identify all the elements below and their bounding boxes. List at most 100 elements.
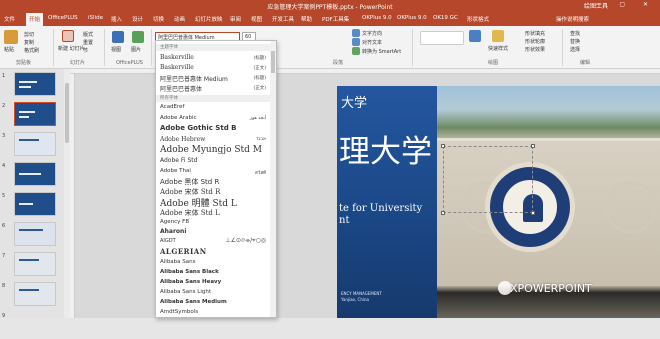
font-option[interactable]: Adobe 黑体 Std R [160,177,219,187]
tab-developer[interactable]: 开发工具 [272,15,294,23]
tab-pdf-tools[interactable]: PDF工具集 [322,15,349,23]
thumbnail-row[interactable]: 3 [0,131,70,159]
scrollbar-thumb[interactable] [271,51,275,73]
font-option[interactable]: Adobe Thai [160,168,191,174]
font-option[interactable]: Adobe Arabic [160,115,197,121]
font-option[interactable]: Agency FB [160,219,189,225]
replace-button[interactable]: 替换 [570,38,580,45]
thumbnail-row[interactable]: 6 [0,221,70,249]
slide-thumbnail[interactable] [14,192,56,216]
text-direction-icon[interactable] [352,29,360,37]
window-controls[interactable]: — ▢ ✕ [595,1,656,8]
tab-okplus-1[interactable]: OKPlus 9.0 [362,15,392,21]
slide-thumbnail[interactable] [14,222,56,246]
select-button[interactable]: 选择 [570,46,580,53]
arrange-icon[interactable] [469,30,481,42]
tab-design[interactable]: 设计 [132,15,143,23]
font-option[interactable]: Alibaba Sans Medium [160,299,227,305]
tab-view[interactable]: 视图 [251,15,262,23]
align-text-icon[interactable] [352,38,360,46]
new-slide-button[interactable]: 新建 幻灯片 [58,45,85,52]
font-option[interactable]: Alibaba Sans Heavy [160,279,221,285]
reset-button[interactable]: 重置 [83,39,93,46]
font-option[interactable]: AIGDT [160,238,176,244]
shape-effects-button[interactable]: 形状效果 [525,46,545,53]
shape-outline-button[interactable]: 形状轮廓 [525,38,545,45]
font-option[interactable]: Adobe Gothic Std B [160,124,236,132]
slide-subtitle[interactable]: te for University [339,203,422,214]
tab-review[interactable]: 审阅 [230,15,241,23]
find-button[interactable]: 查找 [570,30,580,37]
tab-ok19[interactable]: OK19 GC [433,15,458,21]
thumbnail-row[interactable]: 2 [0,101,70,129]
font-option[interactable]: AmdtSymbols [160,309,198,315]
slide-thumbnail[interactable] [14,282,56,306]
thumbnail-row[interactable]: 5 [0,191,70,219]
paste-button[interactable]: 粘贴 [4,46,14,53]
resize-handle[interactable] [441,144,445,148]
tab-home[interactable]: 开始 [26,13,44,26]
tab-insert[interactable]: 插入 [111,15,122,23]
font-option[interactable]: Alibaba Sans [160,259,196,265]
thumbnail-row[interactable]: 4 [0,161,70,189]
convert-smartart-button[interactable]: 转换为 SmartArt [362,48,401,55]
quick-styles-button[interactable]: 快速样式 [488,45,508,52]
tab-islide[interactable]: iSlide [88,15,103,21]
thumbnail-row[interactable]: 7 [0,251,70,279]
thumbnail-row[interactable]: 1 [0,71,70,99]
font-list-scrollbar[interactable] [270,41,276,317]
font-option[interactable]: Adobe Fi Std [160,157,197,164]
format-painter-button[interactable]: 格式刷 [24,47,39,54]
slide-thumbnail[interactable] [14,132,56,156]
paste-icon[interactable] [4,30,18,44]
quick-styles-icon[interactable] [492,30,504,42]
tab-file[interactable]: 文件 [4,15,15,23]
font-option[interactable]: Adobe Hebrew [160,136,205,143]
tab-transitions[interactable]: 切换 [153,15,164,23]
align-text-button[interactable]: 对齐文本 [362,39,382,46]
cut-button[interactable]: 剪切 [24,31,34,38]
resize-handle[interactable] [531,211,535,215]
slide-thumbnail[interactable] [14,252,56,276]
smartart-icon[interactable] [352,47,360,55]
view-icon[interactable] [112,31,124,43]
tab-help[interactable]: 帮助 [301,15,312,23]
text-selection-box[interactable] [441,144,535,215]
font-option[interactable]: AcadEref [160,104,185,110]
font-option[interactable]: Alibaba Sans Black [160,269,219,275]
section-button[interactable]: 节 [83,47,88,54]
new-slide-icon[interactable] [62,30,74,42]
scrollbar-thumb[interactable] [65,83,69,143]
tell-me-search[interactable]: 操作说明搜索 [556,15,589,23]
slide-title[interactable]: 理大学 [339,126,432,171]
font-option[interactable]: Aharoni [160,228,186,235]
slide-thumbnail[interactable] [14,162,56,186]
tab-officeplus[interactable]: OfficePLUS [48,15,78,21]
font-option[interactable]: 阿里巴巴普惠体 [160,84,202,93]
thumbnail-row[interactable]: 8 [0,281,70,309]
officeplus-picture-button[interactable]: 图片 [131,46,141,53]
thumbnail-row[interactable]: 9 [0,311,70,339]
layout-button[interactable]: 版式 [83,31,93,38]
font-option[interactable]: Alibaba Sans Light [160,289,211,295]
tab-animations[interactable]: 动画 [174,15,185,23]
tab-slideshow[interactable]: 幻灯片放映 [195,15,223,23]
shapes-gallery[interactable] [420,31,464,45]
font-option[interactable]: Adobe Myungjo Std M [160,145,262,155]
picture-icon[interactable] [132,31,144,43]
slide-subtitle-line2[interactable]: nt [339,215,349,226]
shape-fill-button[interactable]: 形状填充 [525,30,545,37]
font-option[interactable]: Baskerville [160,54,194,61]
officeplus-view-button[interactable]: 视图 [111,46,121,53]
font-dropdown-list[interactable]: 主题字体 Baskerville (标题) Baskerville (正文) 阿… [155,40,277,318]
tab-shape-format[interactable]: 形状格式 [467,15,489,23]
slide-thumbnail-selected[interactable] [14,102,56,126]
text-direction-button[interactable]: 文字方向 [362,30,382,37]
font-option[interactable]: 阿里巴巴普惠体 Medium [160,74,228,83]
font-option[interactable]: ALGERIAN [160,247,207,256]
slide-thumbnail[interactable] [14,72,56,96]
resize-handle[interactable] [441,211,445,215]
font-option[interactable]: Adobe 宋体 Std L [160,208,220,218]
font-option[interactable]: Baskerville [160,64,194,71]
copy-button[interactable]: 复制 [24,39,34,46]
